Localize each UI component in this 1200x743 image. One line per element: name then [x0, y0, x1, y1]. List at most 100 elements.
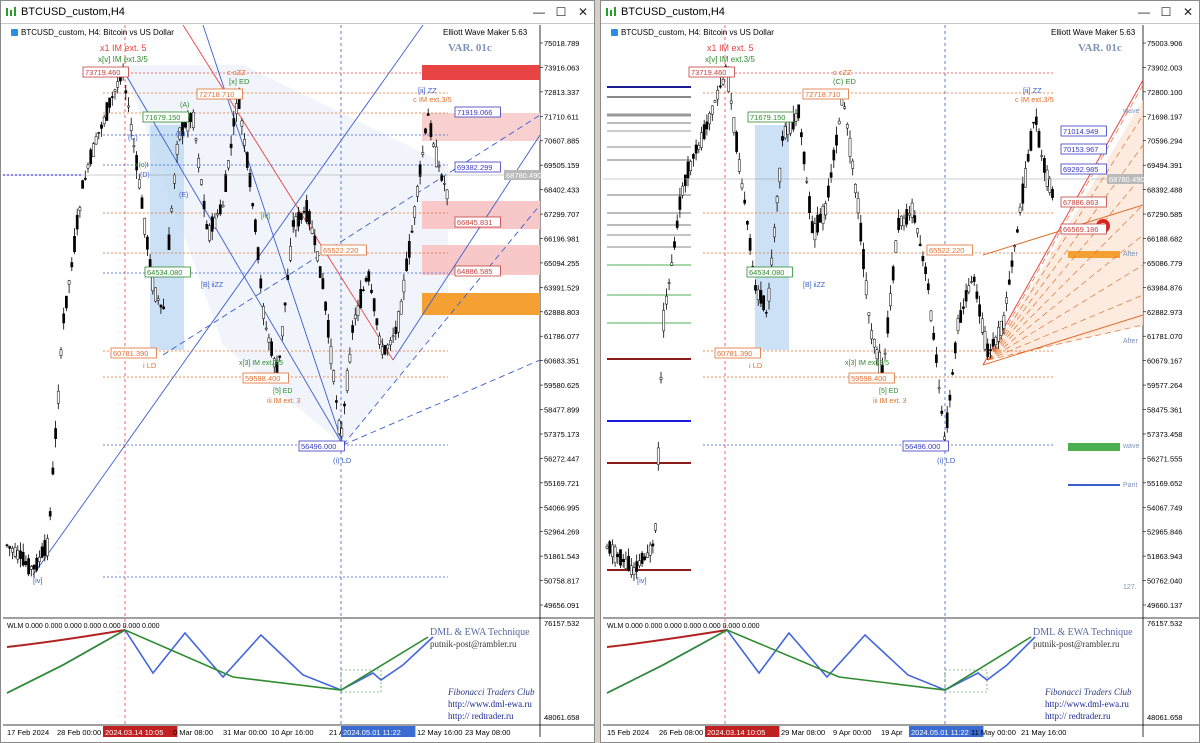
x-axis-label: 23 May 08:00 [465, 728, 510, 737]
candle-body [67, 280, 71, 285]
candle-body [824, 203, 828, 216]
x-axis-label: 2024.03.14 10:05 [105, 728, 163, 737]
price-label: 59598.400 [245, 374, 280, 383]
maximize-icon[interactable]: ☐ [550, 2, 572, 22]
candle-body [399, 300, 403, 315]
footer-url1[interactable]: http://www.dml-ewa.ru [448, 699, 532, 709]
y-axis-label: 73902.003 [1147, 63, 1182, 72]
wave-label: (i) LD [333, 456, 352, 465]
minimize-icon[interactable]: — [1133, 2, 1155, 22]
candle-body [110, 96, 114, 98]
candle-body [175, 144, 179, 155]
candle-body [943, 436, 946, 440]
y-axis-label: 71710.611 [544, 112, 579, 121]
price-label: 65522.220 [323, 246, 358, 255]
minimize-icon[interactable]: — [528, 2, 550, 22]
candle-body [35, 557, 39, 571]
candle-body [767, 287, 771, 302]
y-axis-label: 52965.846 [1147, 528, 1182, 537]
y-axis-label: 61786.077 [544, 332, 579, 341]
candle-body [605, 546, 609, 549]
y-axis-label: 56271.555 [1147, 454, 1182, 463]
candle-body [410, 230, 414, 233]
candle-body [221, 204, 225, 208]
candle-body [721, 78, 725, 85]
x-axis-label: 2024.05.01 11:22 [911, 728, 969, 737]
y-axis-label: 66196.981 [544, 234, 579, 243]
candle-body [875, 349, 879, 360]
price-label: 66845.831 [457, 218, 492, 227]
candle-body [421, 152, 425, 155]
candle-body [213, 217, 217, 229]
close-icon[interactable]: ✕ [1177, 2, 1199, 22]
maximize-icon[interactable]: ☐ [1155, 2, 1177, 22]
y-axis-label: 72813.337 [544, 88, 579, 97]
candle-body [51, 467, 55, 475]
wave-label: x[v] IM ext.3/5 [98, 55, 148, 64]
candle-body [210, 216, 214, 232]
side-label: wave [1122, 443, 1139, 450]
candle-body [159, 304, 163, 308]
y-axis-label: 70607.885 [544, 137, 579, 146]
indicator-axis-label: 48061.658 [544, 713, 579, 722]
candle-body [953, 342, 957, 354]
candle-body [648, 544, 652, 556]
candle-body [127, 105, 130, 108]
candle-body [156, 298, 160, 301]
candle-body [281, 326, 284, 337]
candle-body [70, 262, 74, 268]
footer-title: DML & EWA Technique [430, 627, 530, 638]
candle-body [611, 544, 614, 558]
candle-body [619, 549, 622, 566]
candle-body [729, 100, 733, 104]
candle-body [1040, 155, 1044, 157]
x-axis-label: 26 Feb 08:00 [659, 728, 703, 737]
candle-body [235, 103, 238, 114]
indicator-box [340, 669, 382, 693]
candle-body [170, 208, 174, 212]
title-bar[interactable]: BTCUSD_custom,H4 — ☐ ✕ [1, 1, 594, 24]
candle-body [289, 245, 292, 261]
side-label: wave [1122, 108, 1139, 115]
side-label: After [1123, 338, 1138, 345]
price-chart[interactable]: BTCUSD_custom, H4: Bitcoin vs US Dollar … [603, 25, 1199, 740]
candle-body [89, 149, 93, 165]
candle-body [775, 196, 779, 204]
candle-body [335, 400, 338, 403]
wave-label: (C) [128, 135, 138, 142]
candle-body [889, 293, 892, 307]
y-axis-label: 63991.529 [544, 283, 579, 292]
candle-body [283, 302, 287, 306]
title-bar[interactable]: BTCUSD_custom,H4 — ☐ ✕ [601, 1, 1199, 24]
candle-body [802, 151, 806, 165]
close-icon[interactable]: ✕ [572, 2, 594, 22]
chart-window-left[interactable]: BTCUSD_custom,H4 — ☐ ✕ BTCUSD_custom, H4… [0, 0, 595, 743]
candle-body [73, 236, 76, 253]
candle-body [299, 213, 303, 221]
wave-label: x[3] IM ext.3/5 [845, 360, 889, 367]
candle-body [362, 289, 365, 291]
footer-url2[interactable]: http:// redtrader.ru [448, 711, 513, 721]
candle-body [754, 285, 757, 291]
candle-body [924, 266, 927, 274]
candle-body [321, 278, 325, 289]
chart-window-right[interactable]: BTCUSD_custom,H4 — ☐ ✕ BTCUSD_custom, H4… [600, 0, 1200, 743]
candle-body [370, 289, 373, 293]
candle-body [864, 280, 868, 296]
candle-body [1037, 131, 1041, 148]
candle-body [708, 113, 711, 125]
price-chart[interactable]: BTCUSD_custom, H4: Bitcoin vs US Dollar … [3, 24, 594, 740]
candle-body [797, 104, 801, 119]
footer-club: Fibonacci Traders Club [1045, 687, 1132, 697]
candle-body [113, 89, 117, 92]
candle-body [862, 249, 865, 270]
candle-body [343, 403, 346, 407]
footer-url2[interactable]: http:// redtrader.ru [1045, 711, 1110, 721]
candle-body [1013, 245, 1017, 248]
y-axis-label: 50758.817 [544, 577, 579, 586]
candle-body [748, 237, 752, 251]
footer-url1[interactable]: http://www.dml-ewa.ru [1045, 699, 1129, 709]
price-label: 65522.220 [929, 246, 964, 255]
candle-body [38, 556, 41, 562]
candle-body [116, 81, 120, 88]
